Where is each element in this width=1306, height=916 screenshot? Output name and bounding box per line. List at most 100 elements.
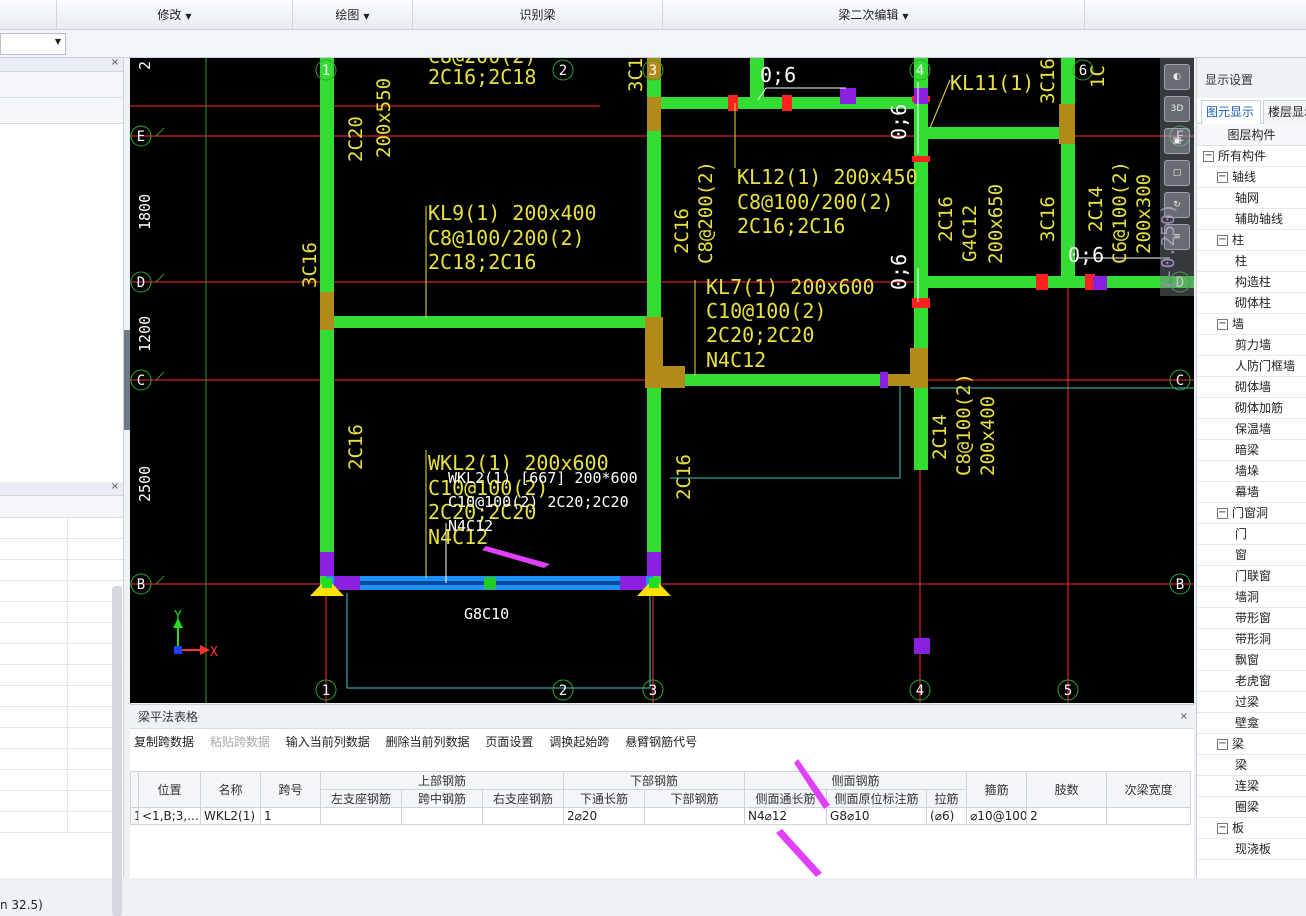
layers-icon[interactable]: ≡ [1164,224,1190,250]
modify-menu[interactable]: 修改 ▼ [56,0,292,30]
collapse-icon[interactable]: − [1217,172,1228,183]
grid-row[interactable] [0,581,123,602]
tree-item[interactable]: 墙洞 [1197,587,1306,608]
grid-row[interactable] [0,791,123,812]
tree-item[interactable]: 飘窗 [1197,650,1306,671]
col-bottom-rebar: 下部钢筋 [644,789,746,808]
collapse-icon[interactable]: − [1217,319,1228,330]
grid-row[interactable] [0,539,123,560]
rotate-icon[interactable]: ↻ [1164,192,1190,218]
tree-item[interactable]: 辅助轴线 [1197,209,1306,230]
tree-item[interactable]: 砌体墙 [1197,377,1306,398]
tree-item[interactable]: 砌体加筋 [1197,398,1306,419]
paste-span-button[interactable]: 粘贴跨数据 [210,735,270,749]
tree-item[interactable]: − 板 [1197,818,1306,839]
tree-item[interactable]: 构造柱 [1197,272,1306,293]
tree-item[interactable]: 保温墙 [1197,419,1306,440]
cantilever-code-button[interactable]: 悬臂钢筋代号 [625,735,697,749]
cell-span[interactable]: 1 [260,807,321,825]
grid-row[interactable] [0,665,123,686]
tab-element-display[interactable]: 图元显示 [1201,100,1261,124]
left-panel-row[interactable] [0,98,123,124]
tree-item[interactable]: 门联窗 [1197,566,1306,587]
tree-item[interactable]: 暗梁 [1197,440,1306,461]
cell-side-through[interactable]: N4⌀12 [744,807,828,825]
tree-item[interactable]: 现浇板 [1197,839,1306,860]
tree-item[interactable]: 带形窗 [1197,608,1306,629]
cell-position[interactable]: <1,B;3,... [138,807,201,825]
cell-side-inplace[interactable]: G8⌀10 [826,807,928,825]
tree-item[interactable]: 老虎窗 [1197,671,1306,692]
left-panel-row[interactable] [0,72,123,98]
tab-floor-display[interactable]: 楼层显示 [1263,100,1306,124]
tree-item[interactable]: − 轴线 [1197,167,1306,188]
tree-item[interactable]: 门 [1197,524,1306,545]
collapse-icon[interactable]: − [1203,151,1214,162]
table-row[interactable]: 1 <1,B;3,... WKL2(1) 1 2⌀20 N4⌀12 G8⌀10 … [130,807,1192,825]
scrollbar[interactable] [112,586,122,916]
grid-row[interactable] [0,686,123,707]
tree-item[interactable]: − 柱 [1197,230,1306,251]
tree-item[interactable]: − 梁 [1197,734,1306,755]
grid-row[interactable] [0,644,123,665]
delete-column-button[interactable]: 删除当前列数据 [386,735,470,749]
cube-icon[interactable]: ▣ [1164,128,1190,154]
cell-bottom-through[interactable]: 2⌀20 [563,807,646,825]
cell-name[interactable]: WKL2(1) [200,807,261,825]
grid-row[interactable] [0,770,123,791]
tree-item[interactable]: 墙垛 [1197,461,1306,482]
tree-item[interactable]: − 门窗洞 [1197,503,1306,524]
tree-item[interactable]: − 墙 [1197,314,1306,335]
tree-item[interactable]: 幕墙 [1197,482,1306,503]
box-icon[interactable]: ▢ [1164,160,1190,186]
draw-menu[interactable]: 绘图 ▼ [292,0,412,30]
identify-beam-button[interactable]: 识别梁 [412,0,662,30]
cell-mid-span[interactable] [401,807,483,825]
input-column-button[interactable]: 输入当前列数据 [286,735,370,749]
grid-row[interactable] [0,707,123,728]
3d-view-icon[interactable]: 3D [1164,96,1190,122]
grid-row[interactable] [0,749,123,770]
tree-item[interactable]: 砌体柱 [1197,293,1306,314]
cad-canvas[interactable]: 1 2 3 4 6 1 2 3 4 5 E D C B E D C B 2 18… [130,58,1194,703]
grid-row[interactable] [0,518,123,539]
tree-item[interactable]: 轴网 [1197,188,1306,209]
page-setup-button[interactable]: 页面设置 [485,735,533,749]
grid-row[interactable] [0,560,123,581]
copy-span-button[interactable]: 复制跨数据 [134,735,194,749]
tree-item[interactable]: 人防门框墙 [1197,356,1306,377]
collapse-icon[interactable]: − [1217,508,1228,519]
grid-row[interactable] [0,602,123,623]
tree-item[interactable]: 连梁 [1197,776,1306,797]
tree-item[interactable]: 圈梁 [1197,797,1306,818]
floor-select[interactable]: ▼ [0,33,66,55]
tree-item[interactable]: 壁龛 [1197,713,1306,734]
tree-item[interactable]: 过梁 [1197,692,1306,713]
close-icon[interactable]: × [111,57,119,68]
collapse-icon[interactable]: − [1217,235,1228,246]
cell-right-support[interactable] [481,807,565,825]
cell-legs[interactable]: 2 [1026,807,1108,825]
tree-item[interactable]: 带形洞 [1197,629,1306,650]
collapse-icon[interactable]: − [1217,739,1228,750]
tree-item[interactable]: 梁 [1197,755,1306,776]
grid-row[interactable] [0,728,123,749]
close-icon[interactable]: × [111,481,119,492]
cell-stirrup[interactable]: ⌀10@100 [966,807,1028,825]
collapse-icon[interactable]: − [1217,823,1228,834]
swap-start-span-button[interactable]: 调换起始跨 [549,735,609,749]
grid-row[interactable] [0,623,123,644]
grid-row[interactable] [0,812,123,833]
cell-secondary-width[interactable] [1106,807,1192,825]
cell-tie[interactable]: (⌀6) [926,807,968,825]
close-icon[interactable]: × [1180,705,1188,729]
tree-item[interactable]: − 所有构件 [1197,146,1306,167]
tree-item[interactable]: 窗 [1197,545,1306,566]
beam-secondary-edit-menu[interactable]: 梁二次编辑 ▼ [662,0,1084,30]
cell-bottom-rebar[interactable] [644,807,746,825]
vlabel: C6@100(2) [1109,161,1131,264]
tree-item[interactable]: 柱 [1197,251,1306,272]
tree-item[interactable]: 剪力墙 [1197,335,1306,356]
cell-left-support[interactable] [320,807,402,825]
orbit-icon[interactable]: ◐ [1164,64,1190,90]
